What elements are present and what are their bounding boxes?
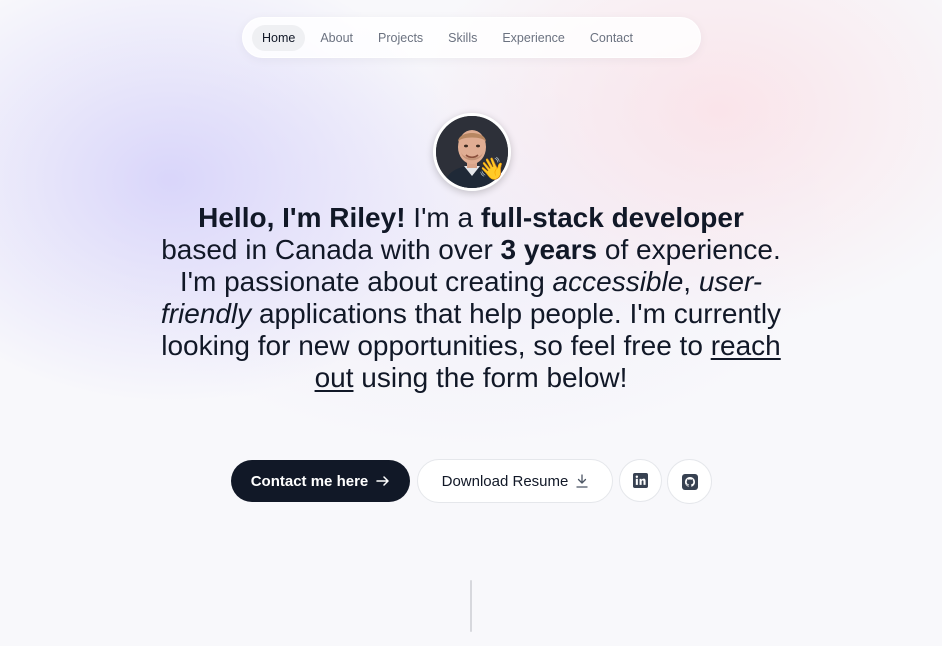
github-icon [681,473,698,490]
scroll-divider [470,580,472,632]
intro-years: 3 years [500,234,598,265]
linkedin-icon [633,473,648,488]
contact-button-label: Contact me here [250,472,369,490]
intro-text: Hello, I'm Riley! I'm a full-stack devel… [158,202,784,394]
intro-segment: based in Canada with over [161,234,501,265]
download-icon [576,474,589,488]
nav-item-about[interactable]: About [310,25,363,51]
intro-greeting: Hello, I'm Riley! [198,202,406,233]
intro-segment: applications that help people. I'm curre… [161,298,782,361]
download-resume-button[interactable]: Download Resume [417,459,613,503]
linkedin-button[interactable] [619,459,662,502]
nav-item-experience[interactable]: Experience [492,25,575,51]
intro-segment: I'm a [405,202,481,233]
arrow-right-icon [376,476,390,486]
wave-emoji: 👋 [478,156,506,181]
github-button[interactable] [667,459,712,504]
intro-segment: , [683,266,699,297]
nav-item-home[interactable]: Home [252,24,306,51]
intro-role: full-stack developer [480,202,744,233]
download-resume-label: Download Resume [441,472,569,490]
top-nav: Home About Projects Skills Experience Co… [242,17,701,58]
intro-adjective: accessible [552,266,684,297]
intro-segment: using the form below! [353,362,628,393]
nav-item-contact[interactable]: Contact [580,25,643,51]
nav-item-skills[interactable]: Skills [438,25,487,51]
contact-button[interactable]: Contact me here [231,460,410,502]
nav-item-projects[interactable]: Projects [368,25,433,51]
